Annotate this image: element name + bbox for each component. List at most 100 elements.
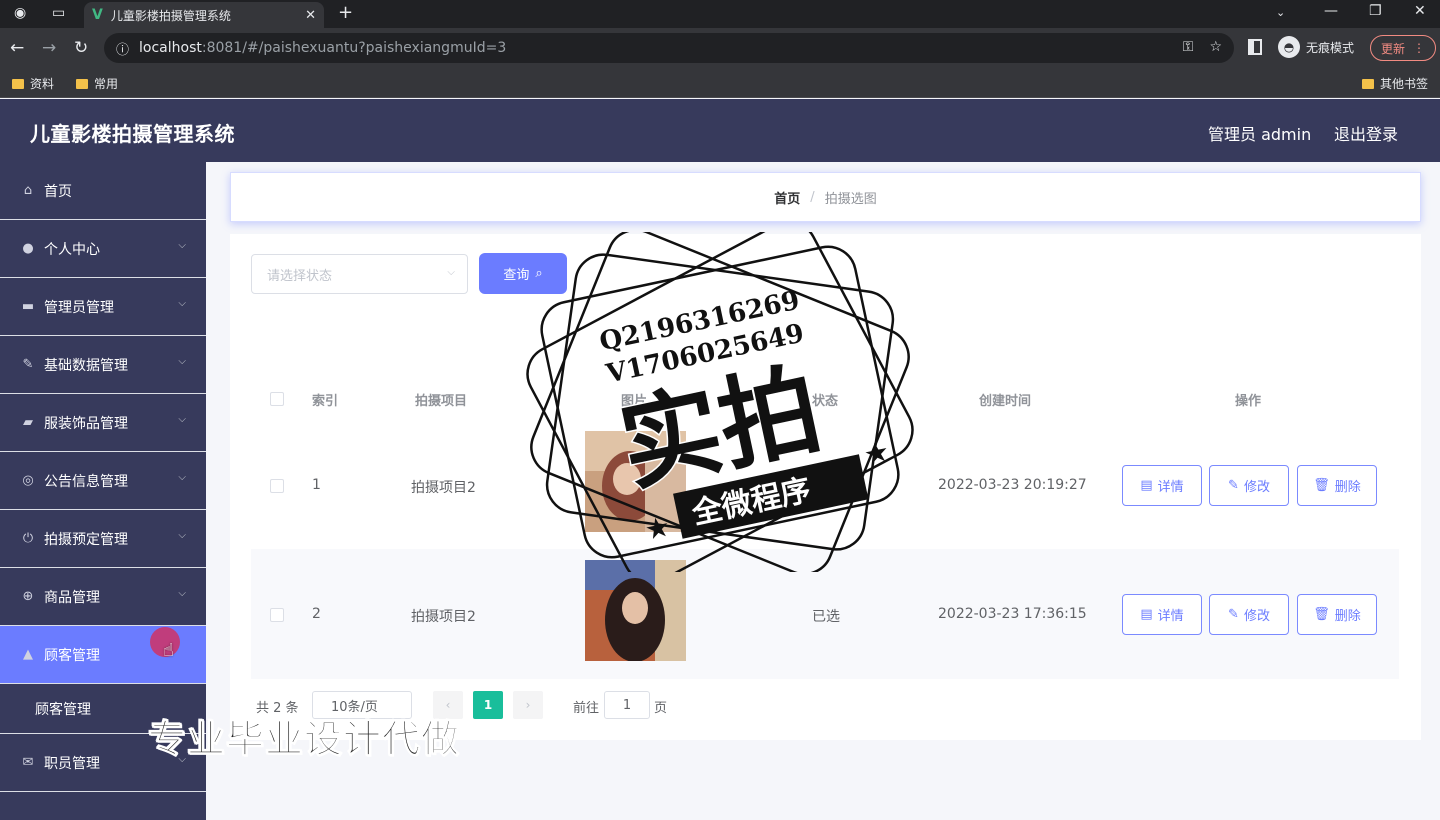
photo-thumbnail xyxy=(585,560,686,662)
row-checkbox[interactable] xyxy=(270,608,284,622)
sidebar-item-admin-management[interactable]: ▬ 管理员管理 ⌵ xyxy=(0,278,206,336)
cell-created-time: 2022-03-23 17:36:15 xyxy=(938,606,1087,622)
next-page-button[interactable]: › xyxy=(513,691,543,719)
sidebar-item-clothing[interactable]: ▰ 服装饰品管理 ⌵ xyxy=(0,394,206,452)
status-select-placeholder: 请选择状态 xyxy=(267,268,333,284)
incognito-indicator[interactable]: ◓ 无痕模式 xyxy=(1278,36,1354,58)
delete-button[interactable]: 🗑 删除 xyxy=(1297,594,1377,635)
target-icon: ◎ xyxy=(22,473,34,488)
edit-label: 修改 xyxy=(1243,609,1270,624)
key-icon[interactable]: ⚿ xyxy=(1183,39,1194,55)
column-header-project: 拍摄项目 xyxy=(415,394,468,409)
other-bookmarks[interactable]: 其他书签 xyxy=(1362,75,1428,92)
cell-status: 已选 xyxy=(812,480,840,496)
detail-button[interactable]: ▤ 详情 xyxy=(1122,465,1202,506)
address-bar: ← → ↻ ⓘ localhost :8081/#/paishexuantu?p… xyxy=(0,28,1440,68)
restore-icon[interactable]: ❐ xyxy=(1369,3,1382,19)
page-number-button[interactable]: 1 xyxy=(473,691,503,719)
sidebar-item-booking[interactable]: ⏻ 拍摄预定管理 ⌵ xyxy=(0,510,206,568)
cell-index: 2 xyxy=(312,606,321,622)
detail-label: 详情 xyxy=(1157,480,1184,495)
sidebar-item-announcements[interactable]: ◎ 公告信息管理 ⌵ xyxy=(0,452,206,510)
breadcrumb: 首页 / 拍摄选图 xyxy=(230,172,1421,222)
minimize-icon[interactable]: — xyxy=(1324,3,1338,19)
column-header-actions: 操作 xyxy=(1235,394,1262,409)
cell-created-time: 2022-03-23 20:19:27 xyxy=(938,477,1087,493)
update-button[interactable]: 更新 ⋮ xyxy=(1370,35,1437,61)
sidebar-item-label: 服装饰品管理 xyxy=(44,415,128,432)
monitor-icon: ▬ xyxy=(21,299,35,314)
folder-icon xyxy=(76,78,88,89)
column-header-created: 创建时间 xyxy=(979,394,1032,409)
detail-button[interactable]: ▤ 详情 xyxy=(1122,594,1202,635)
power-icon: ⏻ xyxy=(22,531,34,546)
column-header-image: 图片 xyxy=(621,394,648,409)
info-icon[interactable]: ⓘ xyxy=(116,39,129,58)
logout-button[interactable]: 退出登录 xyxy=(1334,121,1398,145)
cell-index: 1 xyxy=(312,477,321,493)
app-header: 儿童影楼拍摄管理系统 管理员 admin 退出登录 xyxy=(0,99,1440,162)
chevron-down-icon: ⌵ xyxy=(178,298,186,309)
bookmarks-bar: 资料 常用 其他书签 xyxy=(0,68,1440,98)
edit-icon: ✎ xyxy=(22,357,34,372)
tab-search-icon[interactable]: ⌄ xyxy=(1276,6,1285,19)
forward-icon[interactable]: → xyxy=(42,38,56,58)
detail-label: 详情 xyxy=(1157,609,1184,624)
row-photo[interactable] xyxy=(585,560,686,662)
new-tab-icon[interactable]: + xyxy=(338,2,353,23)
breadcrumb-home[interactable]: 首页 xyxy=(774,188,800,207)
search-button[interactable]: 查询 ⌕ xyxy=(479,253,567,294)
app-title: 儿童影楼拍摄管理系统 xyxy=(30,122,235,146)
update-label: 更新 xyxy=(1381,41,1406,56)
globe-icon[interactable]: ◉ xyxy=(14,5,26,21)
warning-icon: ▲ xyxy=(23,647,33,662)
home-icon: ⌂ xyxy=(23,183,33,198)
sidebar-item-basic-data[interactable]: ✎ 基础数据管理 ⌵ xyxy=(0,336,206,394)
browser-tab[interactable]: V 儿童影楼拍摄管理系统 ✕ xyxy=(84,2,324,28)
close-window-icon[interactable]: ✕ xyxy=(1414,3,1426,19)
cell-status: 已选 xyxy=(812,609,840,625)
sidebar-item-personal-center[interactable]: ● 个人中心 ⌵ xyxy=(0,220,206,278)
reload-icon[interactable]: ↻ xyxy=(74,38,88,58)
sidebar-item-products[interactable]: ⊕ 商品管理 ⌵ xyxy=(0,568,206,626)
sidebar-item-home[interactable]: ⌂ 首页 xyxy=(0,162,206,220)
select-all-checkbox[interactable] xyxy=(270,392,284,406)
cell-project: 拍摄项目2 xyxy=(411,609,476,625)
search-button-label: 查询 xyxy=(503,268,530,283)
bookmark-folder[interactable]: 常用 xyxy=(76,75,118,92)
url-input[interactable]: ⓘ localhost :8081/#/paishexuantu?paishex… xyxy=(104,33,1234,63)
folder-icon xyxy=(1362,78,1374,89)
column-header-index: 索引 xyxy=(312,394,339,409)
row-photo[interactable] xyxy=(585,431,686,532)
document-icon: ▤ xyxy=(1140,607,1153,622)
breadcrumb-current: 拍摄选图 xyxy=(824,191,877,207)
document-icon: ▤ xyxy=(1140,478,1153,493)
status-select[interactable]: 请选择状态 ⌵ xyxy=(251,254,468,294)
goto-page-input[interactable]: 1 xyxy=(604,691,650,719)
edit-button[interactable]: ✎ 修改 xyxy=(1209,465,1289,506)
cell-project: 拍摄项目2 xyxy=(411,480,476,496)
photo-thumbnail xyxy=(585,431,686,532)
page-unit-label: 页 xyxy=(654,701,668,716)
edit-icon: ✎ xyxy=(1228,478,1239,493)
tab-title: 儿童影楼拍摄管理系统 xyxy=(110,8,231,23)
sidebar-item-label: 首页 xyxy=(44,183,72,200)
column-header-status: 状态 xyxy=(812,394,839,409)
side-panel-icon[interactable] xyxy=(1248,39,1262,55)
sidebar-item-label: 管理员管理 xyxy=(44,299,114,316)
close-tab-icon[interactable]: ✕ xyxy=(305,8,316,23)
row-checkbox[interactable] xyxy=(270,479,284,493)
back-icon[interactable]: ← xyxy=(10,38,24,58)
window-icon[interactable]: ▭ xyxy=(52,5,65,21)
bookmark-folder[interactable]: 资料 xyxy=(12,75,54,92)
url-host: localhost xyxy=(139,40,202,56)
search-icon: ⌕ xyxy=(535,266,543,281)
edit-button[interactable]: ✎ 修改 xyxy=(1209,594,1289,635)
bookmark-star-icon[interactable]: ☆ xyxy=(1209,39,1222,55)
delete-button[interactable]: 🗑 删除 xyxy=(1297,465,1377,506)
ticket-icon: ▰ xyxy=(23,415,33,430)
chevron-down-icon: ⌵ xyxy=(178,414,186,425)
content-card: 请选择状态 ⌵ 查询 ⌕ 索引 拍摄项目 图片 状态 创建时间 操作 1 拍摄项… xyxy=(230,234,1421,740)
sidebar-item-label: 顾客管理 xyxy=(44,647,100,664)
chevron-down-icon: ⌵ xyxy=(178,472,186,483)
